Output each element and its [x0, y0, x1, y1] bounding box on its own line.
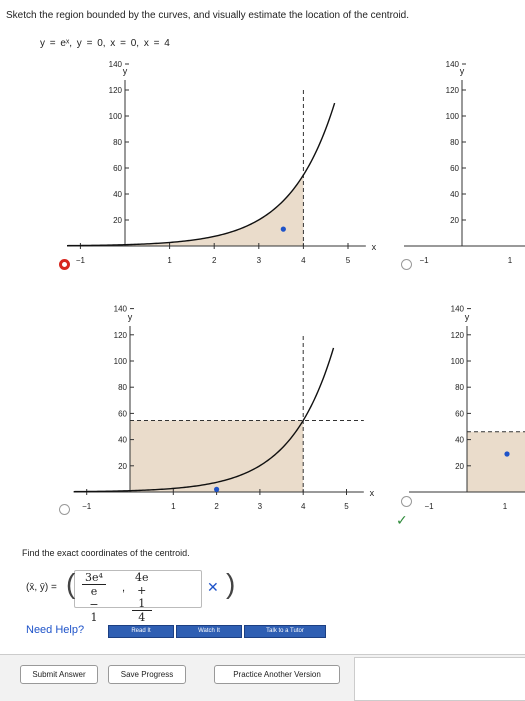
g1-x-tick-label: 4: [301, 256, 306, 265]
g2-y-tick-label: 40: [118, 436, 127, 445]
g2-y-tick-label: 20: [118, 462, 127, 471]
g1-x-tick-label: −1: [76, 256, 86, 265]
comma-separator: ,: [122, 582, 126, 594]
close-paren: ): [226, 568, 236, 599]
incorrect-x-icon: ✕: [207, 579, 219, 595]
graph-choice-1-radio[interactable]: [59, 259, 70, 270]
g1-y-tick-label: 20: [113, 216, 122, 225]
watch-it-button[interactable]: Watch It: [176, 625, 242, 638]
read-it-button[interactable]: Read It: [108, 625, 174, 638]
partial1-x-tick-label: 1: [508, 256, 513, 265]
g2-x-axis-label: x: [370, 488, 375, 498]
partial2-y-tick-label: 140: [451, 305, 465, 314]
partial2-shaded-region: [467, 431, 525, 492]
y-bar-fraction: 4e + 1 4: [132, 571, 152, 624]
y-bar-numerator: 4e + 1: [132, 571, 152, 611]
g1-y-tick-label: 80: [113, 138, 122, 147]
graph-choice-4-radio[interactable]: [401, 496, 412, 507]
practice-another-version-button[interactable]: Practice Another Version: [214, 665, 340, 684]
g1-x-tick-label: 5: [346, 256, 351, 265]
g2-y-tick-label: 100: [114, 357, 128, 366]
partial1-x-tick-label: −1: [419, 256, 429, 265]
save-progress-button[interactable]: Save Progress: [108, 665, 186, 684]
x-bar-numerator: 3e⁴: [82, 571, 106, 585]
bottom-action-bar: Submit Answer Save Progress Practice Ano…: [0, 654, 525, 701]
need-help-label: Need Help?: [26, 624, 85, 636]
open-paren: (: [66, 568, 76, 599]
partial2-y-tick-label: 60: [455, 409, 464, 418]
g1-y-axis-label: y: [123, 66, 128, 76]
g2-y-tick-label: 140: [114, 305, 128, 314]
partial2-centroid-marker: [504, 451, 510, 457]
correct-check-icon: ✓: [396, 512, 408, 528]
talk-to-tutor-button[interactable]: Talk to a Tutor: [244, 625, 326, 638]
g1-x-axis-label: x: [372, 242, 377, 252]
partial1-y-axis-label: y: [460, 66, 465, 76]
g1-x-tick-label: 3: [257, 256, 262, 265]
partial1-y-tick-label: 120: [446, 86, 460, 95]
g1-y-tick-label: 40: [113, 190, 122, 199]
partial2-x-tick-label: −1: [424, 502, 434, 511]
graph-choice-3-radio[interactable]: [59, 504, 70, 515]
partial2-y-tick-label: 40: [455, 436, 464, 445]
submit-answer-button[interactable]: Submit Answer: [20, 665, 98, 684]
g1-shaded-region: [125, 175, 304, 246]
partial2-x-tick-label: 1: [503, 502, 508, 511]
x-bar-denominator: e − 1: [89, 585, 99, 624]
g2-centroid-marker: [214, 486, 220, 492]
partial2-y-tick-label: 20: [455, 462, 464, 471]
partial1-y-tick-label: 100: [446, 112, 460, 121]
y-bar-denominator: 4: [138, 611, 146, 624]
centroid-xy-label: (x̄, ȳ) =: [26, 582, 57, 593]
x-bar-fraction: 3e⁴ e − 1: [82, 571, 106, 624]
g1-y-tick-label: 140: [109, 60, 123, 69]
g1-x-tick-label: 2: [212, 256, 217, 265]
g2-x-tick-label: 1: [171, 502, 176, 511]
g1-y-tick-label: 100: [109, 112, 123, 121]
g2-x-tick-label: 4: [301, 502, 306, 511]
partial2-y-tick-label: 80: [455, 383, 464, 392]
g1-x-tick-label: 1: [167, 256, 172, 265]
partial1-y-tick-label: 80: [450, 138, 459, 147]
g2-y-tick-label: 60: [118, 409, 127, 418]
g1-y-tick-label: 120: [109, 86, 123, 95]
g1-centroid-marker: [280, 226, 286, 232]
g2-y-axis-label: y: [128, 312, 133, 322]
partial2-y-tick-label: 120: [451, 331, 465, 340]
g2-x-tick-label: −1: [82, 502, 92, 511]
g2-y-tick-label: 80: [118, 383, 127, 392]
g1-y-tick-label: 60: [113, 164, 122, 173]
partial1-y-tick-label: 40: [450, 190, 459, 199]
find-centroid-label: Find the exact coordinates of the centro…: [22, 548, 190, 558]
g2-x-tick-label: 5: [344, 502, 349, 511]
g2-shaded-region: [130, 420, 304, 492]
g2-y-tick-label: 120: [114, 331, 128, 340]
partial1-y-tick-label: 60: [450, 164, 459, 173]
partial2-y-axis-label: y: [465, 312, 470, 322]
side-input-panel[interactable]: [354, 657, 525, 701]
g2-x-tick-label: 2: [214, 502, 219, 511]
partial1-y-tick-label: 140: [446, 60, 460, 69]
partial2-y-tick-label: 100: [451, 357, 465, 366]
graph-choice-2-radio[interactable]: [401, 259, 412, 270]
partial1-y-tick-label: 20: [450, 216, 459, 225]
g2-x-tick-label: 3: [258, 502, 263, 511]
